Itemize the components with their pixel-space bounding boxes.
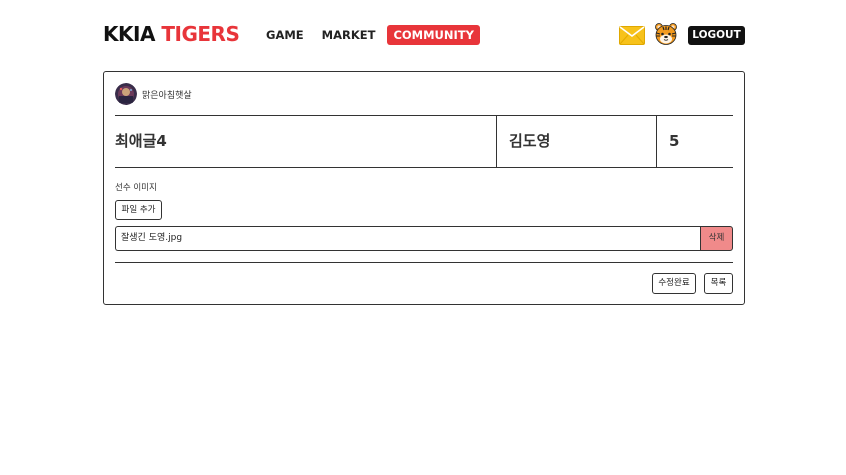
post-title-field[interactable]: 최애글4	[115, 116, 496, 167]
site-header: KKIA TIGERS GAME MARKET COMMUNITY LOGOUT	[0, 0, 846, 70]
post-info-row: 최애글4 김도영 5	[115, 115, 733, 168]
main-nav: GAME MARKET COMMUNITY	[260, 25, 486, 45]
post-edit-card: 맑은아침햇살 최애글4 김도영 5 선수 이미지 파일 추가 잘생긴 도영.jp…	[103, 71, 745, 305]
nav-item-community[interactable]: COMMUNITY	[387, 25, 480, 45]
author-name: 맑은아침햇살	[142, 91, 192, 101]
player-number-field[interactable]: 5	[656, 116, 733, 167]
attached-file-row: 잘생긴 도영.jpg 삭제	[115, 226, 733, 251]
back-to-list-button[interactable]: 목록	[704, 273, 733, 294]
player-image-label: 선수 이미지	[115, 183, 157, 193]
logo-text-kkia: KKIA	[103, 22, 155, 46]
envelope-icon[interactable]	[619, 26, 645, 45]
avatar	[115, 83, 137, 105]
add-file-button[interactable]: 파일 추가	[115, 200, 162, 220]
divider	[115, 262, 733, 263]
nav-item-market[interactable]: MARKET	[316, 25, 382, 45]
site-logo[interactable]: KKIA TIGERS	[103, 22, 240, 46]
player-name-field[interactable]: 김도영	[496, 116, 656, 167]
nav-item-game[interactable]: GAME	[260, 25, 310, 45]
tiger-face-icon[interactable]	[654, 22, 678, 46]
save-edit-button[interactable]: 수정완료	[652, 273, 696, 294]
logo-text-tigers: TIGERS	[161, 22, 240, 46]
delete-file-button[interactable]: 삭제	[700, 226, 733, 251]
logout-button[interactable]: LOGOUT	[688, 26, 745, 45]
attached-file-name: 잘생긴 도영.jpg	[115, 226, 701, 251]
